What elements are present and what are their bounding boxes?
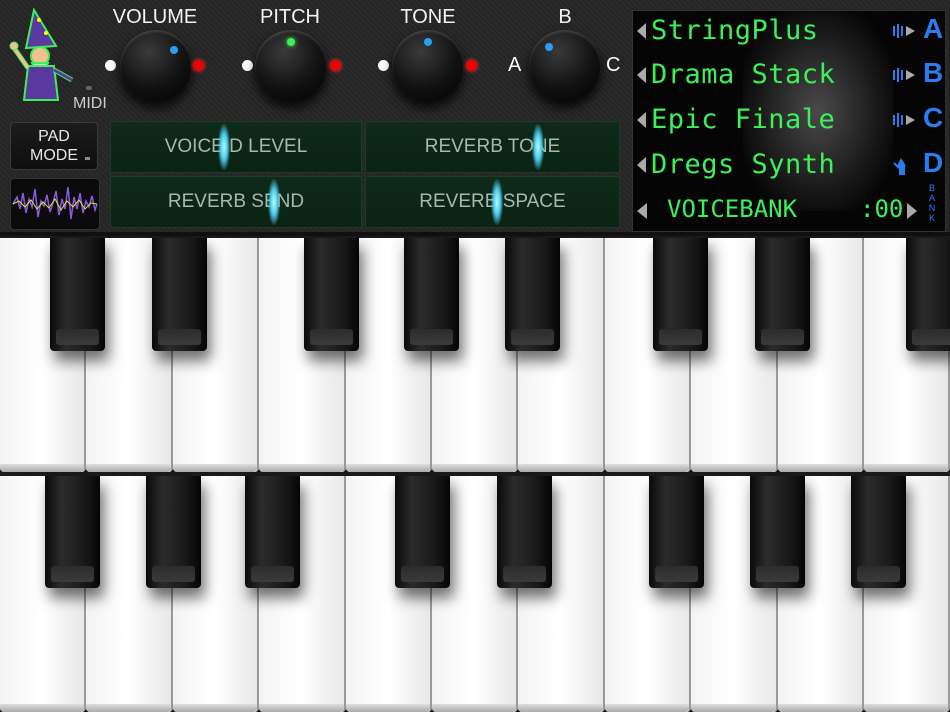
preset-letter: A [923, 13, 944, 44]
volume-max-dot [193, 60, 204, 71]
midi-label: MIDI [73, 95, 107, 112]
pad-mode-indicator [85, 157, 90, 160]
pitch-max-dot [330, 60, 341, 71]
slider-thumb[interactable] [491, 179, 504, 225]
tone-min-dot [378, 60, 389, 71]
preset-display: StringPlus A Drama Stack B Epic Finale C… [632, 10, 946, 232]
voicebank-label: VOICEBANK [667, 195, 798, 223]
tone-knob[interactable] [392, 30, 464, 102]
voicebank-row: VOICEBANK :00 [633, 193, 945, 229]
preset-slot-b[interactable]: Drama Stack B [633, 55, 945, 95]
volume-min-dot [105, 60, 116, 71]
knob-indicator [287, 38, 295, 46]
voicebank-next-icon[interactable] [907, 203, 917, 219]
black-key[interactable] [146, 476, 201, 588]
pitch-min-dot [242, 60, 253, 71]
black-key[interactable] [395, 476, 450, 588]
preset-slot-d[interactable]: Dregs Synth D [633, 145, 945, 185]
waveform-button[interactable] [10, 178, 100, 230]
tone-knob-label: TONE [400, 6, 456, 28]
preset-name: Drama Stack [651, 59, 836, 90]
voicebank-number: :00 [860, 195, 904, 223]
slider-label: VOICE D LEVEL [164, 136, 308, 157]
knob-indicator [424, 38, 432, 46]
speaker-icon[interactable] [891, 23, 919, 39]
black-key[interactable] [50, 238, 105, 351]
black-key[interactable] [404, 238, 459, 351]
preset-name: Epic Finale [651, 104, 836, 135]
bank-label: BANK [928, 183, 936, 223]
knob-indicator [545, 43, 553, 51]
slider-thumb[interactable] [532, 124, 545, 170]
black-key[interactable] [750, 476, 805, 588]
black-key[interactable] [505, 238, 560, 351]
pitch-knob[interactable] [255, 30, 327, 102]
pad-mode-label: PAD MODE [30, 128, 78, 164]
slider-thumb[interactable] [218, 124, 231, 170]
reverb-send-slider[interactable]: REVERB SEND [110, 176, 362, 228]
preset-letter: B [923, 57, 944, 88]
tone-max-dot [466, 60, 477, 71]
midi-indicator [86, 86, 92, 90]
preset-letter: D [923, 147, 944, 178]
control-panel: MIDI VOLUME PITCH TONE B A C PAD MODE VO… [0, 0, 950, 236]
reverb-tone-slider[interactable]: REVERB TONE [365, 121, 620, 173]
reverb-space-slider[interactable]: REVERB SPACE [365, 176, 620, 228]
black-key[interactable] [906, 238, 950, 351]
preset-slot-c[interactable]: Epic Finale C [633, 100, 945, 140]
wizard-logo[interactable] [6, 8, 86, 108]
volume-knob-label: VOLUME [112, 6, 198, 28]
waveform-icon [12, 186, 98, 220]
knob-indicator [170, 46, 178, 54]
prev-arrow-icon[interactable] [637, 112, 646, 128]
preset-letter: C [923, 102, 944, 133]
prev-arrow-icon[interactable] [637, 23, 646, 39]
voice-select-left-label: A [508, 54, 522, 76]
black-key[interactable] [755, 238, 810, 351]
black-key[interactable] [653, 238, 708, 351]
black-key[interactable] [245, 476, 300, 588]
speaker-icon[interactable] [891, 67, 919, 83]
voice-d-level-slider[interactable]: VOICE D LEVEL [110, 121, 362, 173]
pad-mode-button[interactable]: PAD MODE [10, 122, 98, 170]
preset-slot-a[interactable]: StringPlus A [633, 11, 945, 51]
prev-arrow-icon[interactable] [637, 67, 646, 83]
preset-name: Dregs Synth [651, 149, 836, 180]
black-key[interactable] [304, 238, 359, 351]
voice-select-knob[interactable] [529, 30, 601, 102]
wizard-icon[interactable] [891, 157, 919, 177]
voice-select-knob-label: B [558, 6, 572, 28]
black-key[interactable] [152, 238, 207, 351]
pitch-knob-label: PITCH [260, 6, 320, 28]
speaker-icon[interactable] [891, 112, 919, 128]
preset-name: StringPlus [651, 15, 819, 46]
upper-keyboard [0, 238, 950, 472]
black-key[interactable] [497, 476, 552, 588]
slider-thumb[interactable] [268, 179, 281, 225]
prev-arrow-icon[interactable] [637, 157, 646, 173]
black-key[interactable] [45, 476, 100, 588]
slider-label: REVERB SEND [167, 191, 305, 212]
voicebank-prev-icon[interactable] [637, 203, 647, 219]
lower-keyboard [0, 476, 950, 712]
volume-knob[interactable] [120, 30, 192, 102]
voice-select-right-label: C [606, 54, 621, 76]
black-key[interactable] [851, 476, 906, 588]
black-key[interactable] [649, 476, 704, 588]
